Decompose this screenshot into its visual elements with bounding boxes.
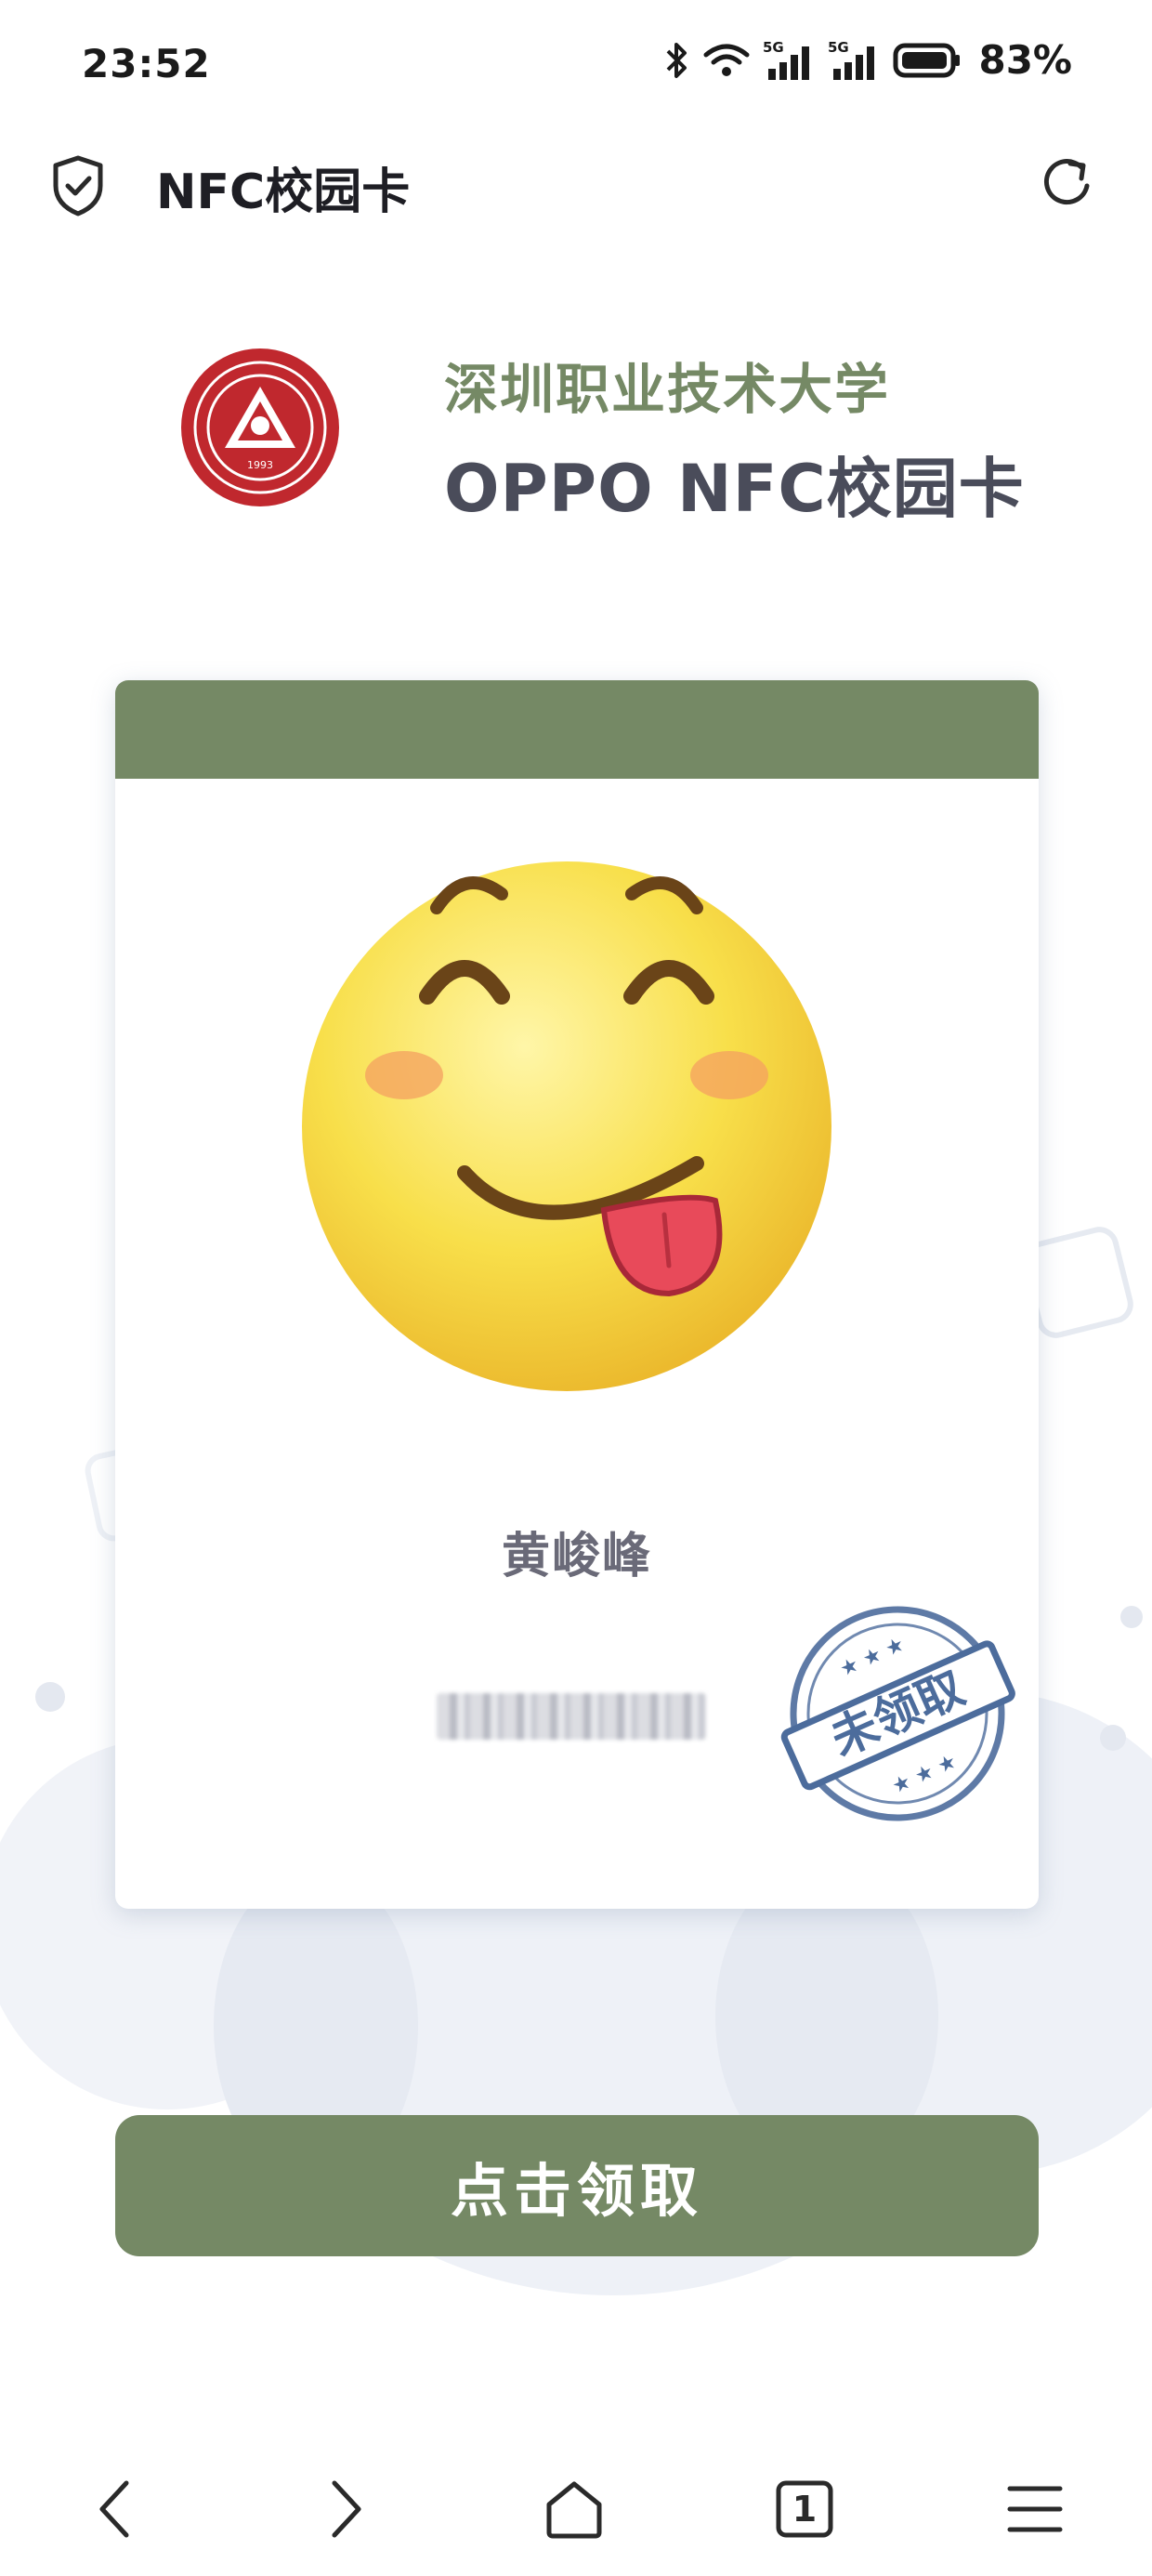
card-header-band [115, 680, 1039, 779]
menu-button[interactable] [988, 2463, 1081, 2556]
school-name: 深圳职业技术大学 [444, 358, 891, 421]
status-bar: 23:52 5G 5G 83% [0, 0, 1152, 138]
app-header: NFC校园卡 [0, 138, 1152, 240]
card-product-title: OPPO NFC校园卡 [444, 451, 1025, 527]
home-icon [546, 2481, 602, 2539]
back-button[interactable] [69, 2463, 162, 2556]
student-id-blurred: 2302306326 [437, 1693, 706, 1740]
campus-card: 黄峻峰 2302306326 未领取 ★ ★ ★ ★ ★ ★ [115, 680, 1039, 1909]
status-time: 23:52 [82, 41, 211, 86]
signal-5g-icon: 5G [828, 39, 875, 80]
bottom-nav: 1 [0, 2435, 1152, 2576]
battery-icon [893, 43, 961, 77]
logo-year: 1993 [247, 459, 273, 471]
card-holder-name: 黄峻峰 [501, 1529, 652, 1584]
network-label: 5G [828, 39, 849, 56]
tabs-button[interactable]: 1 [758, 2463, 851, 2556]
home-button[interactable] [528, 2463, 621, 2556]
menu-icon [1007, 2486, 1063, 2532]
page-title: NFC校园卡 [156, 164, 411, 220]
claim-button[interactable]: 点击领取 [115, 2115, 1039, 2256]
wifi-icon [703, 44, 750, 76]
tongue-out-emoji-icon [302, 861, 831, 1391]
battery-percent: 83% [978, 37, 1072, 83]
university-logo: 1993 [181, 348, 339, 506]
bluetooth-icon [667, 42, 687, 78]
svg-text:★ ★ ★: ★ ★ ★ [889, 1750, 961, 1799]
tab-count: 1 [792, 2489, 818, 2530]
back-icon [99, 2480, 129, 2538]
forward-icon [332, 2480, 361, 2538]
status-icons: 5G 5G 83% [662, 37, 1072, 83]
forward-button[interactable] [299, 2463, 392, 2556]
unclaimed-stamp: 未领取 ★ ★ ★ ★ ★ ★ [780, 1606, 1015, 1821]
shield-check-icon[interactable] [48, 152, 108, 219]
refresh-icon[interactable] [1035, 151, 1100, 216]
signal-5g-icon: 5G [763, 39, 810, 80]
network-label: 5G [763, 39, 784, 56]
